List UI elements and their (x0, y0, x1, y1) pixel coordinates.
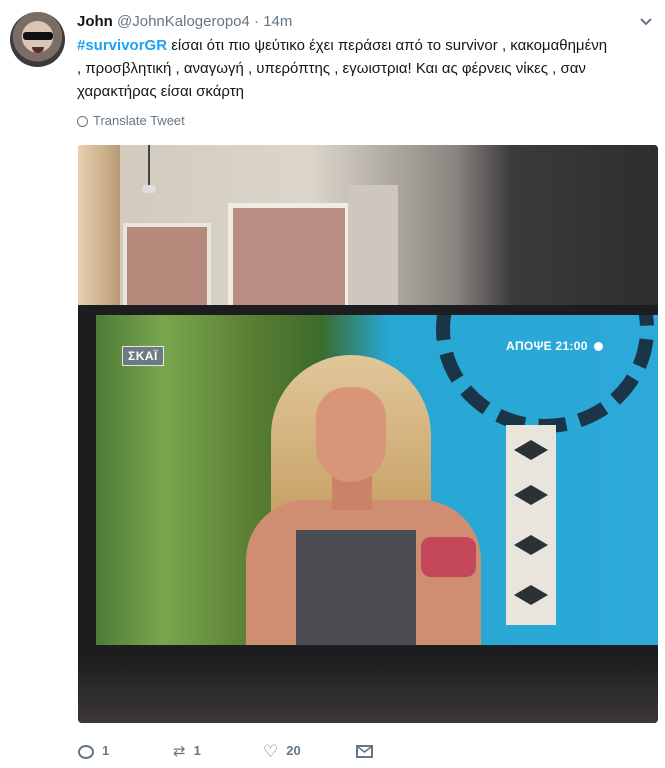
tv-screen: ΣΚΑΪ ΑΠΟΨΕ 21:00 (96, 315, 658, 645)
person-face (316, 387, 386, 482)
pattern-shape (514, 485, 548, 505)
avatar[interactable] (10, 12, 65, 67)
timestamp[interactable]: 14m (263, 13, 292, 30)
like-count: 20 (286, 743, 301, 758)
promo-overlay: ΑΠΟΨΕ 21:00 (506, 339, 603, 353)
live-dot-icon (593, 342, 603, 351)
patterned-totem (506, 425, 556, 625)
curtain-shape (78, 145, 120, 315)
author-name[interactable]: John (77, 13, 113, 30)
reply-icon (78, 744, 94, 759)
tweet-text-line2: , προσβλητική , αναγωγή , υπερόπτης , εγ… (77, 60, 586, 77)
author-handle[interactable]: @JohnKalogeropo4 (117, 13, 250, 30)
tweet-photo[interactable]: ΣΚΑΪ ΑΠΟΨΕ 21:00 (78, 145, 658, 723)
pattern-shape (514, 440, 548, 460)
translate-tweet-link[interactable]: Translate Tweet (77, 112, 185, 130)
person-strap (421, 537, 476, 577)
promo-text: ΑΠΟΨΕ 21:00 (506, 339, 588, 353)
translate-label: Translate Tweet (93, 113, 185, 128)
direct-message-button[interactable] (356, 739, 381, 763)
hashtag-link[interactable]: #survivorGR (77, 37, 167, 54)
tweet-text: #survivorGR είσαι ότι πιο ψεύτικο έχει π… (77, 34, 657, 103)
tweet-card: John @JohnKalogeropo4 · 14m #survivorGR … (0, 0, 665, 768)
envelope-icon (356, 745, 373, 759)
reply-button[interactable]: 1 (78, 739, 109, 763)
like-button[interactable]: ♡ 20 (263, 739, 301, 763)
sunglasses-shape (23, 32, 53, 40)
person-top (296, 530, 416, 645)
tweet-header: John @JohnKalogeropo4 · 14m (77, 12, 292, 32)
mouth-shape (32, 47, 44, 53)
tv-stand-area (78, 650, 658, 723)
window-shape (348, 185, 398, 315)
retweet-button[interactable]: ⇄ 1 (173, 739, 201, 763)
retweet-count: 1 (193, 743, 201, 758)
reply-count: 1 (102, 743, 110, 758)
tweet-text-line1: είσαι ότι πιο ψεύτικο έχει περάσει από τ… (167, 37, 608, 54)
lamp-shape (142, 185, 156, 193)
tweet-actions: 1 ⇄ 1 ♡ 20 (78, 739, 498, 763)
tweet-text-line3: χαρακτήρας είσαι σκάρτη (77, 83, 244, 100)
channel-logo: ΣΚΑΪ (122, 346, 164, 366)
pattern-shape (514, 585, 548, 605)
pattern-shape (514, 535, 548, 555)
backdrop-emblem (436, 315, 654, 433)
chevron-down-icon[interactable] (636, 12, 656, 32)
lamp-cord (148, 145, 150, 187)
globe-icon (77, 116, 88, 127)
retweet-icon: ⇄ (173, 742, 186, 760)
separator-dot: · (254, 13, 260, 30)
heart-icon: ♡ (263, 741, 279, 761)
